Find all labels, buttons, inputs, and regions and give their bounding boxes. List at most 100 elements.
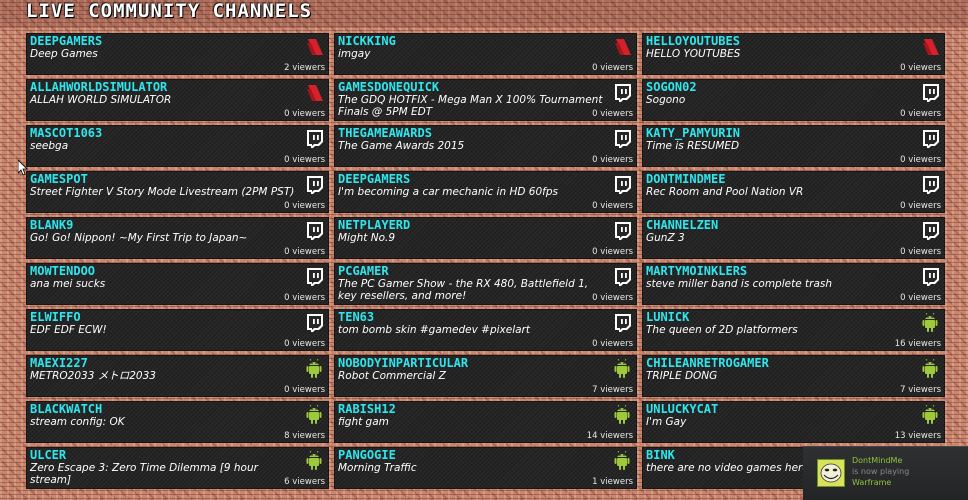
channel-name[interactable]: blackwatch	[30, 402, 102, 416]
channel-name[interactable]: pangogie	[338, 448, 396, 462]
channel-name[interactable]: DeepGamers	[30, 34, 102, 48]
viewer-number: 0	[592, 201, 598, 211]
viewer-count: 0 viewers	[900, 201, 941, 211]
channel-card[interactable]: netplayerd Might No.9 0 viewers	[334, 217, 637, 259]
channel-name[interactable]: UnluckyCat	[646, 402, 718, 416]
channel-card[interactable]: Nickking imgay 0 viewers	[334, 33, 637, 75]
channel-card[interactable]: ChileanRetroGamer TRIPLE DONG 7 viewers	[642, 355, 945, 397]
twitch-icon	[923, 222, 939, 240]
channel-name[interactable]: netplayerd	[338, 218, 410, 232]
viewer-count: 0 viewers	[900, 247, 941, 257]
channel-card[interactable]: thegameawards The Game Awards 2015 0 viewe…	[334, 125, 637, 167]
viewer-number: 0	[900, 109, 906, 119]
stream-title: METRO2033 メトロ2033	[30, 370, 156, 382]
channel-card[interactable]: Ulcer Zero Escape 3: Zero Time Dilemma [9…	[26, 447, 329, 489]
channel-name[interactable]: Nickking	[338, 34, 396, 48]
viewer-number: 2	[284, 63, 290, 73]
channel-name[interactable]: blank9	[30, 218, 73, 232]
android-icon	[306, 405, 322, 424]
stream-title: Go! Go! Nippon! ~My First Trip to Japan~	[30, 232, 248, 244]
viewer-number: 0	[592, 63, 598, 73]
channel-card[interactable]: mowtendoo ana mei sucks 0 viewers	[26, 263, 329, 305]
viewer-suffix: viewers	[292, 477, 325, 487]
viewer-count: 0 viewers	[900, 109, 941, 119]
channel-name[interactable]: ten63	[338, 310, 374, 324]
channel-name[interactable]: mascot1063	[30, 126, 102, 140]
channel-card[interactable]: HelloYoutubes HELLO YOUTUBES 0 viewers	[642, 33, 945, 75]
channel-card[interactable]: blank9 Go! Go! Nippon! ~My First Trip to …	[26, 217, 329, 259]
channel-name[interactable]: deepgamers	[338, 172, 410, 186]
twitch-icon	[615, 176, 631, 194]
stream-title: I'm becoming a car mechanic in HD 60fps	[338, 186, 558, 198]
channel-card[interactable]: GamesDoneQuick The GDQ HOTFIX - Mega Man …	[334, 79, 637, 121]
channel-name[interactable]: elwiffo	[30, 310, 81, 324]
channel-card[interactable]: blackwatch stream config: OK 8 viewers	[26, 401, 329, 443]
channel-name[interactable]: dontmindmee	[646, 172, 725, 186]
channel-card[interactable]: elwiffo EDF EDF ECW! 0 viewers	[26, 309, 329, 351]
channel-card[interactable]: channelzen GunZ 3 0 viewers	[642, 217, 945, 259]
channel-card[interactable]: martymoinklers steve miller band is compl…	[642, 263, 945, 305]
page-title: Live Community Channels	[26, 0, 313, 22]
channel-card[interactable]: sogon02 Sogono 0 viewers	[642, 79, 945, 121]
viewer-count: 8 viewers	[284, 431, 325, 441]
viewer-count: 0 viewers	[592, 63, 633, 73]
viewer-count: 0 viewers	[592, 155, 633, 165]
viewer-count: 0 viewers	[284, 293, 325, 303]
channel-card[interactable]: DeepGamers Deep Games 2 viewers	[26, 33, 329, 75]
channel-card[interactable]: UnluckyCat I'm Gay 13 viewers	[642, 401, 945, 443]
channel-card[interactable]: gamespot Street Fighter V Story Mode Live…	[26, 171, 329, 213]
channel-name[interactable]: Lunick	[646, 310, 689, 324]
twitch-icon	[615, 84, 631, 102]
viewer-count: 0 viewers	[284, 385, 325, 395]
twitch-icon	[923, 130, 939, 148]
trollface-avatar-icon	[818, 460, 844, 486]
channel-card[interactable]: Lunick The queen of 2D platformers 16 view…	[642, 309, 945, 351]
channel-name[interactable]: mowtendoo	[30, 264, 95, 278]
channel-name[interactable]: martymoinklers	[646, 264, 747, 278]
channel-name[interactable]: sogon02	[646, 80, 697, 94]
channel-card[interactable]: katy_pamyurin Time is RESUMED 0 viewers	[642, 125, 945, 167]
channel-name[interactable]: pcgamer	[338, 264, 389, 278]
channel-name[interactable]: channelzen	[646, 218, 718, 232]
channel-card[interactable]: ten63 tom bomb skin #gamedev #pixelart 0 v…	[334, 309, 637, 351]
channel-name[interactable]: katy_pamyurin	[646, 126, 740, 140]
channel-name[interactable]: Ulcer	[30, 448, 66, 462]
channel-name[interactable]: AllahWorldSimulator	[30, 80, 167, 94]
viewer-count: 14 viewers	[587, 431, 633, 441]
channel-name[interactable]: GamesDoneQuick	[338, 80, 439, 94]
channel-name[interactable]: ChileanRetroGamer	[646, 356, 769, 370]
channel-card[interactable]: AllahWorldSimulator ALLAH WORLD SIMULATOR…	[26, 79, 329, 121]
channel-name[interactable]: gamespot	[30, 172, 88, 186]
viewer-count: 0 viewers	[592, 293, 633, 303]
channel-card[interactable]: dontmindmee Rec Room and Pool Nation VR 0 …	[642, 171, 945, 213]
channel-name[interactable]: Rabish12	[338, 402, 396, 416]
channel-name[interactable]: thegameawards	[338, 126, 432, 140]
viewer-number: 0	[284, 155, 290, 165]
viewer-suffix: viewers	[292, 293, 325, 303]
viewer-number: 0	[592, 293, 598, 303]
android-icon	[306, 451, 322, 470]
viewer-suffix: viewers	[600, 339, 633, 349]
channel-card[interactable]: nobodyinparticular Robot Commercial Z 7 vi…	[334, 355, 637, 397]
viewer-suffix: viewers	[600, 293, 633, 303]
twitch-icon	[615, 222, 631, 240]
channel-card[interactable]: mascot1063 seebga 0 viewers	[26, 125, 329, 167]
twitch-icon	[615, 314, 631, 332]
channel-name[interactable]: BINK	[646, 448, 675, 462]
channel-card[interactable]: maexi227 METRO2033 メトロ2033 0 viewers	[26, 355, 329, 397]
channel-name[interactable]: HelloYoutubes	[646, 34, 740, 48]
channel-name[interactable]: maexi227	[30, 356, 88, 370]
viewer-count: 0 viewers	[592, 109, 633, 119]
channel-card[interactable]: pcgamer The PC Gamer Show - the RX 480, B…	[334, 263, 637, 305]
channel-card[interactable]: Rabish12 fight gam 14 viewers	[334, 401, 637, 443]
viewer-suffix: viewers	[908, 247, 941, 257]
channel-card[interactable]: pangogie Morning Traffic 1 viewers	[334, 447, 637, 489]
viewer-suffix: viewers	[600, 247, 633, 257]
channel-card[interactable]: deepgamers I'm becoming a car mechanic in…	[334, 171, 637, 213]
channel-name[interactable]: nobodyinparticular	[338, 356, 468, 370]
viewer-count: 0 viewers	[284, 201, 325, 211]
viewer-number: 0	[284, 293, 290, 303]
viewer-suffix: viewers	[908, 201, 941, 211]
steam-notification[interactable]: DontMindMe is now playing Warframe	[803, 446, 968, 500]
mouse-cursor-icon	[18, 160, 28, 176]
